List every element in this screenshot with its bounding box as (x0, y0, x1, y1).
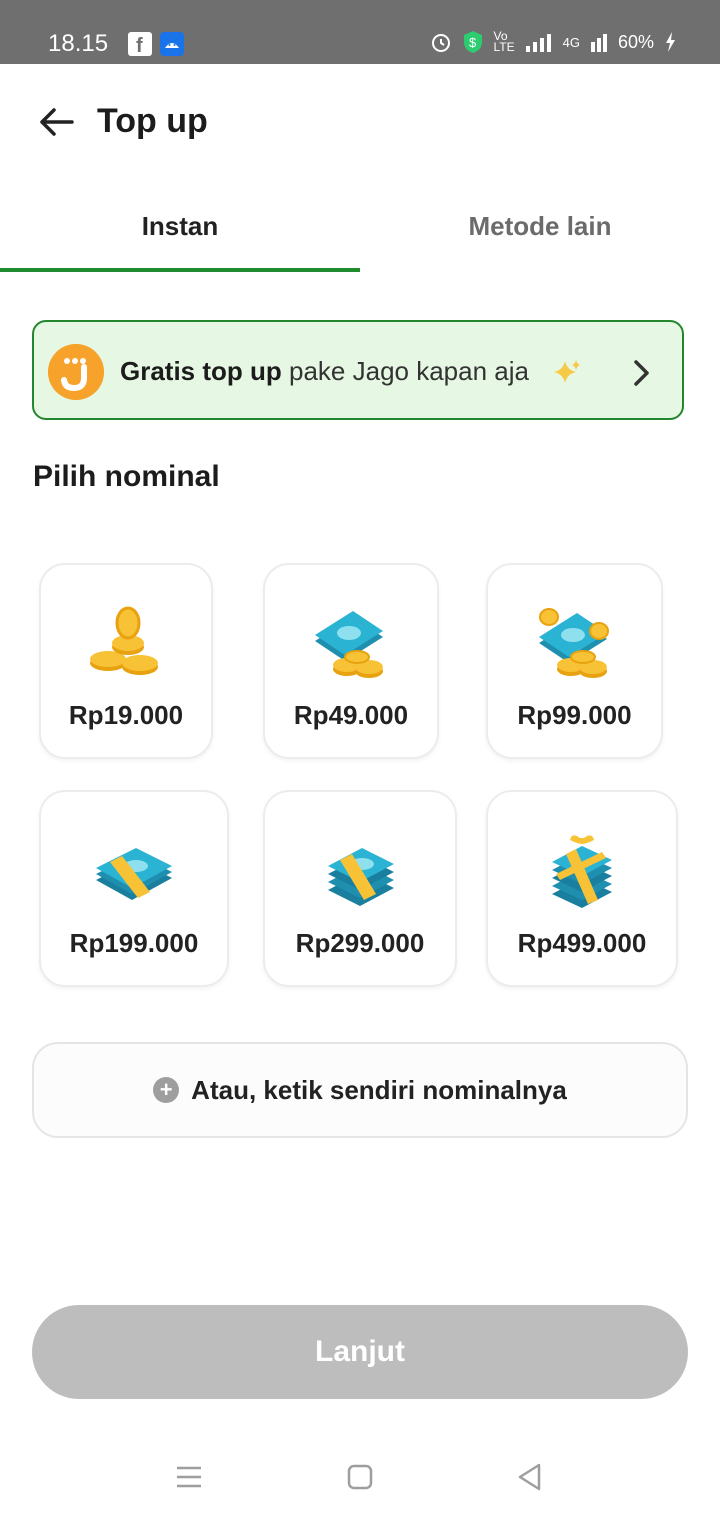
amount-card-99000[interactable]: Rp99.000 (486, 563, 663, 759)
amount-card-499000[interactable]: Rp499.000 (486, 790, 678, 987)
amount-label: Rp49.000 (293, 700, 409, 730)
amount-label: Rp99.000 (517, 700, 632, 730)
promo-banner[interactable]: Gratis top up pake Jago kapan aja (32, 320, 684, 420)
cash-coins-icon (315, 611, 383, 678)
app-header: Top up (0, 64, 720, 182)
system-nav-bar (0, 1430, 720, 1520)
amount-label: Rp499.000 (517, 928, 647, 958)
promo-text-rest: pake Jago kapan aja (281, 356, 529, 386)
chevron-right-icon (634, 360, 649, 386)
continue-button[interactable]: Lanjut (32, 1305, 688, 1399)
back-arrow-icon[interactable] (36, 102, 76, 142)
signal-icon-2 (590, 34, 607, 52)
charging-icon (666, 32, 675, 52)
android-icon (160, 32, 184, 56)
banknote-bundle-icon (96, 848, 172, 900)
volte-icon: Vo LTE (493, 29, 515, 54)
section-title: Pilih nominal (33, 460, 220, 493)
svg-text:$: $ (469, 35, 477, 50)
amount-card-299000[interactable]: Rp299.000 (263, 790, 457, 987)
banknote-stack-icon (328, 848, 394, 906)
amount-label: Rp19.000 (68, 700, 184, 730)
status-bar: 18.15 f $ Vo LTE 4G 60% (0, 0, 720, 64)
promo-text: Gratis top up pake Jago kapan aja (120, 356, 529, 387)
tab-bar: Instan Metode lain (0, 182, 720, 272)
tab-metode-lain[interactable]: Metode lain (360, 182, 720, 270)
status-time: 18.15 (48, 30, 109, 57)
amount-label: Rp199.000 (69, 928, 199, 958)
shield-dollar-icon: $ (463, 31, 482, 53)
amount-card-49000[interactable]: Rp49.000 (263, 563, 439, 759)
promo-text-bold: Gratis top up (120, 356, 282, 386)
cash-many-coins-icon (538, 608, 609, 678)
alarm-icon (431, 34, 450, 52)
page-title: Top up (97, 102, 208, 140)
amount-label: Rp299.000 (295, 928, 425, 958)
coins-icon (90, 606, 158, 675)
tab-instan[interactable]: Instan (0, 182, 360, 270)
network-type: 4G (562, 34, 580, 50)
jago-logo-icon (48, 344, 104, 400)
active-tab-indicator (0, 268, 360, 272)
home-icon[interactable] (345, 1462, 375, 1492)
svg-text:f: f (136, 35, 143, 56)
amount-card-199000[interactable]: Rp199.000 (39, 790, 229, 987)
amount-card-19000[interactable]: Rp19.000 (39, 563, 213, 759)
back-nav-icon[interactable] (515, 1462, 545, 1492)
banknote-gift-icon (552, 835, 612, 908)
facebook-icon: f (128, 32, 152, 57)
plus-circle-icon: + (153, 1077, 180, 1103)
battery-percent: 60% (617, 31, 654, 52)
custom-amount-label: Atau, ketik sendiri nominalnya (191, 1074, 567, 1105)
sparkle-icon (554, 360, 580, 383)
custom-amount-button[interactable]: + Atau, ketik sendiri nominalnya (32, 1042, 688, 1138)
status-icons: $ Vo LTE 4G 60% (430, 30, 677, 54)
signal-icon (525, 34, 551, 52)
menu-icon[interactable] (174, 1462, 204, 1492)
